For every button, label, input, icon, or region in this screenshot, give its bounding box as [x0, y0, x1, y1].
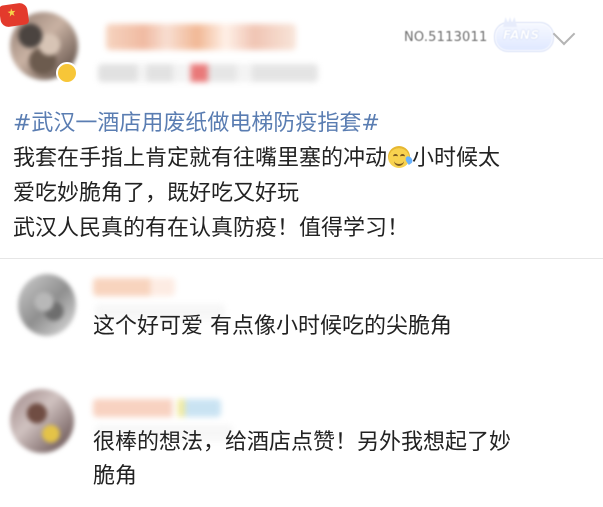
post-text-line-1-after-emoji: 小时候太	[412, 146, 501, 171]
post-content: #武汉一酒店用废纸做电梯防疫指套# 我套在手指上肯定就有往嘴里塞的冲动 小时候太 …	[13, 106, 591, 246]
blurred-username	[106, 24, 296, 50]
comment-item: 很棒的想法，给酒店点赞！另外我想起了妙 脆角	[0, 381, 603, 507]
topic-link[interactable]: #武汉一酒店用废纸做电梯防疫指套#	[13, 106, 591, 141]
fans-number: NO.5113011	[404, 30, 488, 45]
comment-avatar[interactable]	[18, 274, 76, 336]
verified-badge-icon	[56, 62, 78, 84]
comment-item: 这个好可爱 有点像小时候吃的尖脆角	[0, 266, 603, 366]
comment-text: 很棒的想法，给酒店点赞！另外我想起了妙 脆角	[93, 426, 583, 494]
post-text-line-3: 武汉人民真的有在认真防疫！值得学习！	[13, 216, 410, 241]
comment-text-line: 这个好可爱 有点像小时候吃的尖脆角	[93, 314, 452, 339]
fans-pill: FANS	[494, 22, 554, 52]
blurred-post-meta	[98, 64, 318, 82]
post-text-line-1-before-emoji: 我套在手指上肯定就有往嘴里塞的冲动	[13, 146, 388, 171]
fans-badge: NO.5113011 FANS	[398, 18, 554, 58]
chevron-down-icon[interactable]	[552, 22, 576, 46]
blurred-comment-username	[93, 399, 221, 417]
crying-laughing-emoji-icon	[388, 146, 414, 168]
weibo-post-page: NO.5113011 FANS #武汉一酒店用废纸做电梯防疫指套# 我套在手指上…	[0, 0, 603, 507]
main-post: NO.5113011 FANS #武汉一酒店用废纸做电梯防疫指套# 我套在手指上…	[0, 0, 603, 258]
flag-icon	[0, 2, 30, 28]
post-text-line-2: 爱吃妙脆角了，既好吃又好玩	[13, 181, 300, 206]
comment-text-line: 脆角	[93, 464, 138, 489]
post-comment-divider	[0, 258, 603, 259]
comment-text: 这个好可爱 有点像小时候吃的尖脆角	[93, 310, 583, 344]
comment-text-line: 很棒的想法，给酒店点赞！另外我想起了妙	[93, 430, 512, 455]
blurred-comment-username	[93, 278, 175, 296]
comment-avatar[interactable]	[10, 389, 74, 453]
post-text-line-1: 我套在手指上肯定就有往嘴里塞的冲动 小时候太	[13, 141, 591, 176]
fans-label: FANS	[503, 28, 540, 42]
